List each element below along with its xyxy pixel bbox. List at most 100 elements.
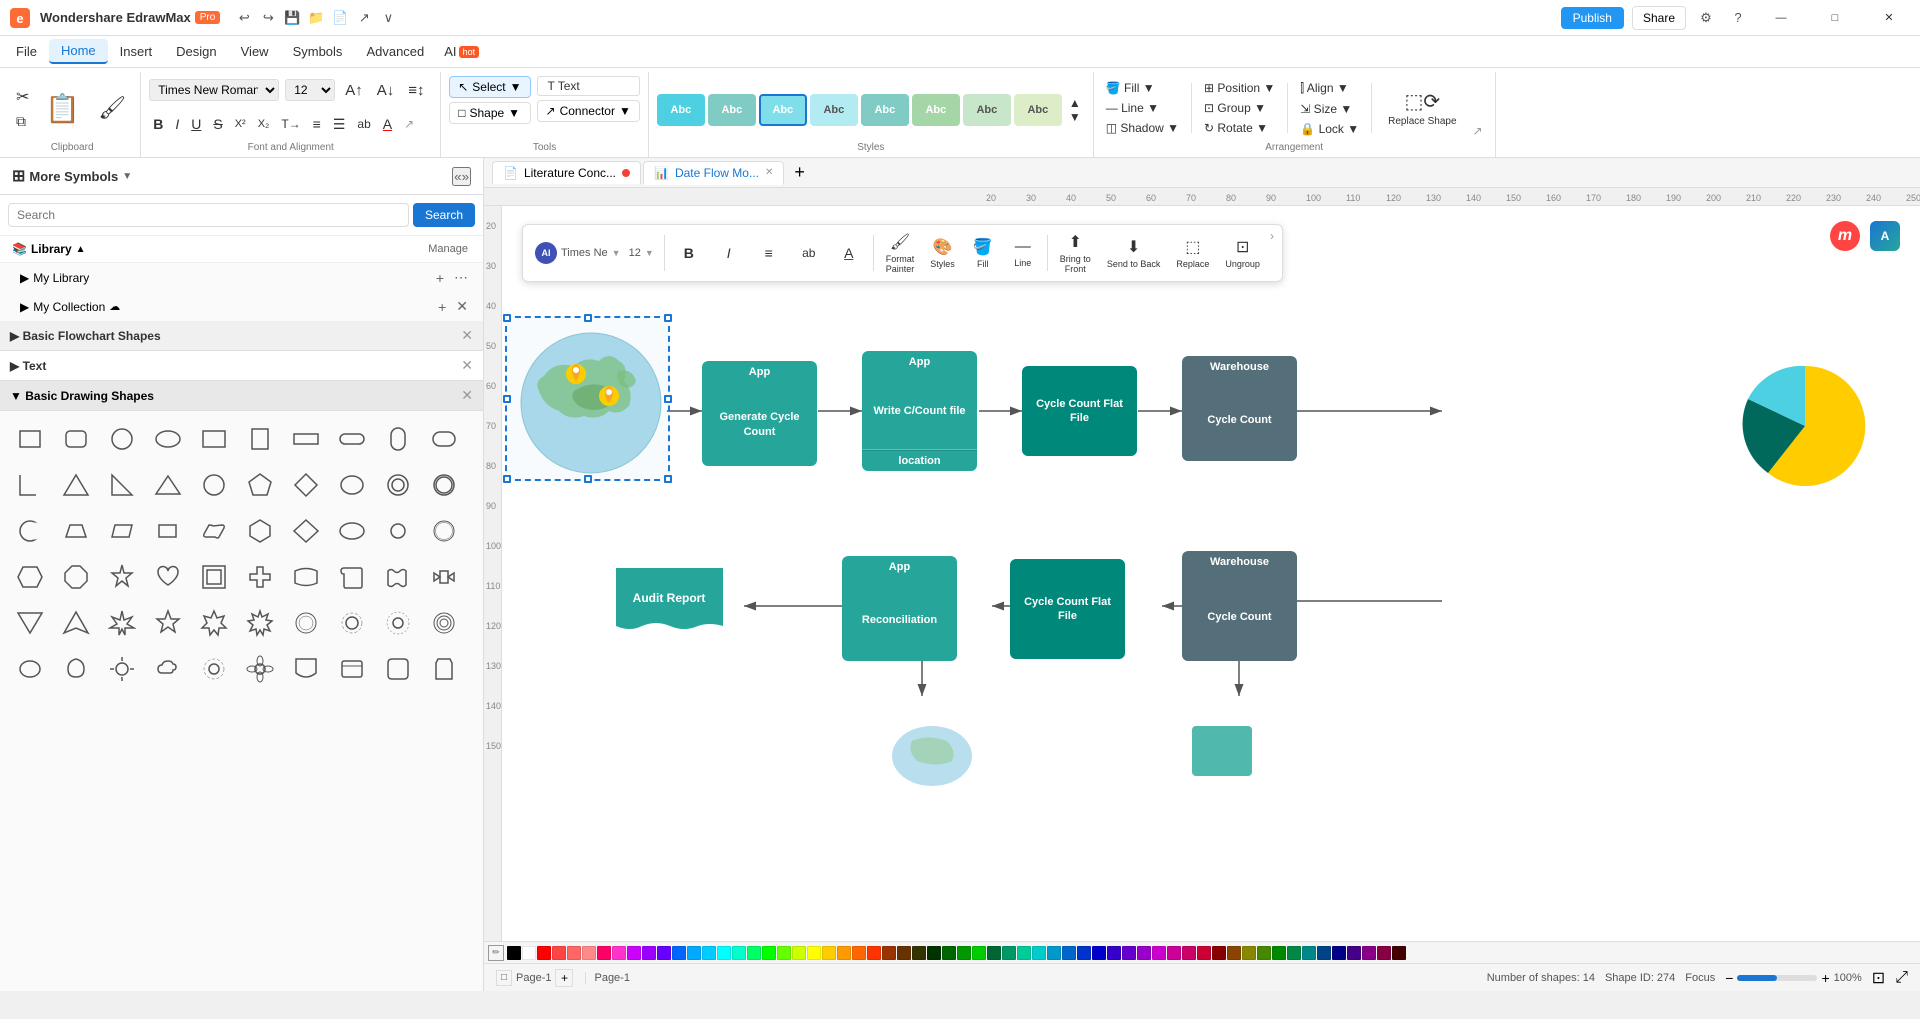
color-swatch[interactable] (507, 946, 521, 960)
node-generate-cycle-count[interactable]: App Generate Cycle Count (702, 361, 817, 466)
pie-chart[interactable] (1740, 361, 1870, 491)
style-swatch-1[interactable]: Abc (708, 94, 756, 126)
my-library-more-button[interactable]: ⋯ (451, 268, 471, 287)
shape-oval[interactable] (146, 417, 190, 461)
maximize-button[interactable]: □ (1812, 0, 1858, 36)
color-swatch[interactable] (1137, 946, 1151, 960)
color-swatch[interactable] (1317, 946, 1331, 960)
node-cycle-count-flat-file-1[interactable]: Cycle Count Flat File (1022, 366, 1137, 456)
node-cycle-count-flat-file-2[interactable]: Cycle Count Flat File (1010, 559, 1125, 659)
color-swatch[interactable] (1047, 946, 1061, 960)
help-button[interactable]: ? (1726, 6, 1750, 30)
select-dropdown[interactable]: ↖ Select ▼ (449, 76, 530, 98)
shape-triangle2[interactable] (8, 601, 52, 645)
focus-button[interactable]: Focus (1685, 972, 1715, 984)
copy-button[interactable]: ⧉ (12, 111, 33, 132)
color-swatch[interactable] (1377, 946, 1391, 960)
color-swatch[interactable] (612, 946, 626, 960)
style-swatch-2[interactable]: Abc (759, 94, 807, 126)
search-input[interactable] (8, 203, 409, 227)
color-swatch[interactable] (1347, 946, 1361, 960)
manage-button[interactable]: Manage (425, 242, 471, 256)
menu-design[interactable]: Design (164, 40, 228, 63)
shape-misc3[interactable] (376, 647, 420, 691)
color-swatch[interactable] (897, 946, 911, 960)
color-swatch[interactable] (1032, 946, 1046, 960)
text-tool-button[interactable]: T Text (537, 76, 640, 96)
shape-small-circle[interactable] (376, 509, 420, 553)
close-button[interactable]: ✕ (1866, 0, 1912, 36)
shape-star8[interactable] (238, 601, 282, 645)
shape-misc2[interactable] (330, 647, 374, 691)
group-button[interactable]: ⊡ Group ▼ (1200, 99, 1279, 117)
shape-thin-ring[interactable] (422, 463, 466, 507)
share-icon-button[interactable]: ↗ (352, 6, 376, 30)
shape-rounded-tall[interactable] (376, 417, 420, 461)
node-audit-report[interactable]: Audit Report (612, 564, 727, 638)
library-title[interactable]: 📚 Library ▲ (12, 242, 86, 256)
pencil-icon[interactable]: ✏ (488, 945, 504, 961)
add-tab-button[interactable]: + (786, 160, 813, 185)
shape-right-triangle[interactable] (100, 463, 144, 507)
ft-more-button[interactable]: › (1270, 229, 1274, 243)
shape-gear3[interactable] (192, 647, 236, 691)
shape-hexagon2[interactable] (8, 555, 52, 599)
strikethrough-button[interactable]: S (209, 114, 226, 134)
shape-star5[interactable] (146, 601, 190, 645)
color-swatch[interactable] (987, 946, 1001, 960)
align-ribbon-button[interactable]: ⫿ Align ▼ (1296, 79, 1363, 98)
shape-rect2[interactable] (192, 417, 236, 461)
increase-font-button[interactable]: A↑ (341, 80, 367, 101)
sidebar-item-my-library[interactable]: ▶ My Library + ⋯ (0, 263, 483, 292)
color-swatch[interactable] (552, 946, 566, 960)
shape-triangle[interactable] (54, 463, 98, 507)
color-swatch[interactable] (642, 946, 656, 960)
save-button[interactable]: 💾 (280, 6, 304, 30)
color-swatch[interactable] (717, 946, 731, 960)
node-warehouse-2[interactable]: Warehouse Cycle Count (1182, 551, 1297, 661)
shape-rectangle[interactable] (8, 417, 52, 461)
color-swatch[interactable] (927, 946, 941, 960)
style-swatch-6[interactable]: Abc (963, 94, 1011, 126)
basic-drawing-close[interactable]: ✕ (461, 387, 473, 404)
tab-literature[interactable]: 📄 Literature Conc... (492, 161, 641, 184)
text-close[interactable]: ✕ (461, 357, 473, 374)
shape-banner[interactable] (284, 555, 328, 599)
color-swatch[interactable] (837, 946, 851, 960)
shape-l-shape[interactable] (8, 463, 52, 507)
text-dir-button[interactable]: T→ (277, 115, 304, 133)
size-button[interactable]: ⇲ Size ▼ (1296, 100, 1363, 118)
format-painter-button[interactable]: 🖌 (92, 92, 132, 124)
node-warehouse-1[interactable]: Warehouse Cycle Count (1182, 356, 1297, 461)
styles-expand-button[interactable]: ▲▼ (1065, 94, 1085, 126)
shape-cross[interactable] (238, 555, 282, 599)
bold-button[interactable]: B (149, 114, 167, 134)
tab-dataflow[interactable]: 📊 Date Flow Mo... ✕ (643, 161, 784, 185)
shape-star6[interactable] (192, 601, 236, 645)
shape-star4[interactable] (100, 555, 144, 599)
color-swatch[interactable] (1287, 946, 1301, 960)
section-basic-flowchart[interactable]: ▶ Basic Flowchart Shapes ✕ (0, 321, 483, 351)
shape-blob2[interactable] (54, 647, 98, 691)
ft-ab-button[interactable]: ab (791, 243, 827, 263)
shape-frame[interactable] (192, 555, 236, 599)
shape-starburst[interactable] (284, 601, 328, 645)
shape-tall-rect[interactable] (238, 417, 282, 461)
color-swatch[interactable] (1227, 946, 1241, 960)
shape-arrow-tri[interactable] (54, 601, 98, 645)
expand-button[interactable]: ⤢ (1895, 969, 1908, 987)
shape-ribbon[interactable] (422, 555, 466, 599)
shape-ring[interactable] (376, 463, 420, 507)
shape-oval2[interactable] (330, 509, 374, 553)
shape-circle[interactable] (100, 417, 144, 461)
menu-view[interactable]: View (229, 40, 281, 63)
style-swatch-4[interactable]: Abc (861, 94, 909, 126)
color-swatch[interactable] (1152, 946, 1166, 960)
position-button[interactable]: ⊞ Position ▼ (1200, 79, 1279, 97)
connector-dropdown[interactable]: ↗ Connector ▼ (537, 100, 640, 122)
shape-misc1[interactable] (284, 647, 328, 691)
color-swatch[interactable] (1212, 946, 1226, 960)
shape-hexagon[interactable] (238, 509, 282, 553)
color-swatch[interactable] (1017, 946, 1031, 960)
cut-button[interactable]: ✂ (12, 85, 33, 109)
